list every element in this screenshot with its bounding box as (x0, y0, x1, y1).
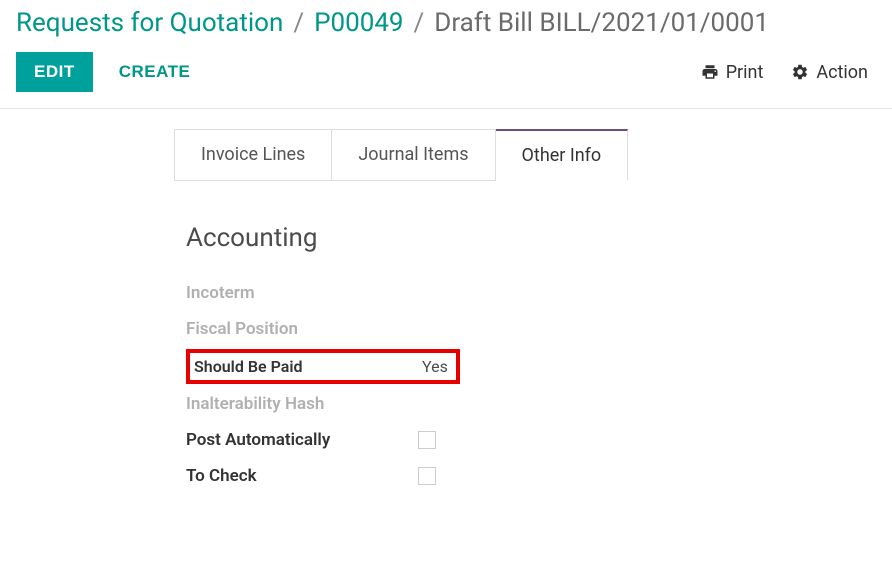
breadcrumb-root[interactable]: Requests for Quotation (16, 8, 283, 38)
print-icon (701, 63, 719, 81)
toolbar: EDIT CREATE Print Action (16, 48, 876, 108)
field-fiscal-position: Fiscal Position (186, 311, 856, 347)
create-button[interactable]: CREATE (119, 62, 191, 82)
section-title-accounting: Accounting (186, 223, 856, 253)
label-post-automatically: Post Automatically (186, 430, 418, 450)
action-button[interactable]: Action (791, 62, 868, 83)
sidebar-spacer (0, 109, 150, 514)
field-incoterm: Incoterm (186, 275, 856, 311)
field-to-check: To Check (186, 458, 856, 494)
breadcrumb-separator: / (293, 8, 304, 38)
tabs: Invoice Lines Journal Items Other Info (174, 129, 868, 181)
field-post-automatically: Post Automatically (186, 422, 856, 458)
field-inalterability-hash: Inalterability Hash (186, 386, 856, 422)
label-inalterability-hash: Inalterability Hash (186, 394, 418, 414)
checkbox-post-automatically[interactable] (418, 431, 436, 449)
main-content: Invoice Lines Journal Items Other Info A… (150, 109, 892, 514)
value-should-be-paid: Yes (422, 357, 448, 376)
breadcrumb-po[interactable]: P00049 (314, 8, 403, 38)
tab-invoice-lines[interactable]: Invoice Lines (175, 129, 332, 181)
label-should-be-paid: Should Be Paid (190, 357, 422, 376)
action-label: Action (816, 62, 868, 83)
breadcrumb-separator: / (414, 8, 425, 38)
tab-content-other-info: Accounting Incoterm Fiscal Position Shou… (174, 181, 868, 494)
edit-button[interactable]: EDIT (16, 52, 93, 92)
label-fiscal-position: Fiscal Position (186, 319, 418, 339)
label-incoterm: Incoterm (186, 283, 418, 303)
print-button[interactable]: Print (701, 62, 764, 83)
highlight-should-be-paid: Should Be Paid Yes (186, 349, 460, 384)
gear-icon (791, 63, 809, 81)
breadcrumb-current: Draft Bill BILL/2021/01/0001 (434, 8, 769, 38)
print-label: Print (726, 62, 764, 83)
checkbox-to-check[interactable] (418, 467, 436, 485)
tab-other-info[interactable]: Other Info (496, 129, 629, 181)
breadcrumb: Requests for Quotation / P00049 / Draft … (16, 8, 876, 48)
tab-journal-items[interactable]: Journal Items (332, 129, 495, 181)
label-to-check: To Check (186, 466, 418, 486)
